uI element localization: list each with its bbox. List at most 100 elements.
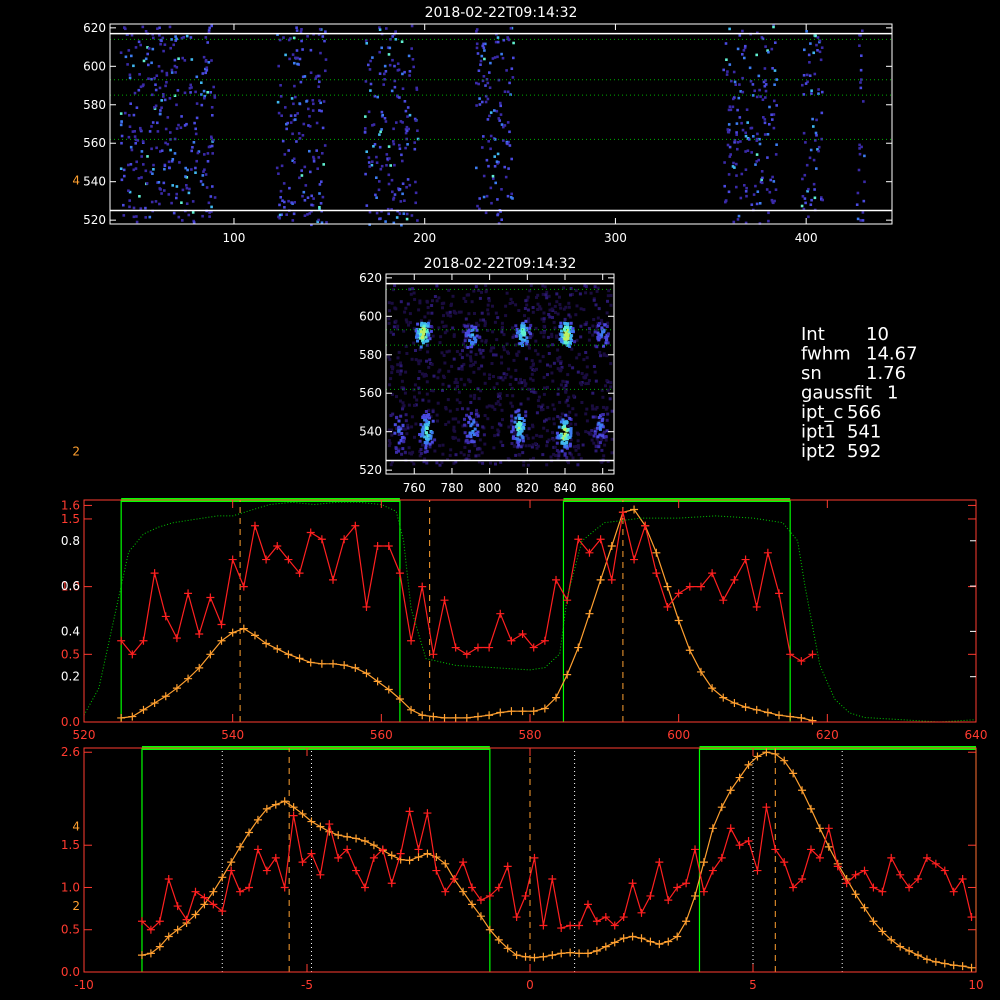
emission-pixel (380, 110, 384, 114)
emission-pixel (321, 35, 325, 38)
emission-pixel (813, 72, 817, 76)
emission-pixel (288, 186, 291, 190)
emission-pixel (171, 184, 174, 187)
background-pixel (605, 354, 609, 358)
emission-pixel (127, 189, 130, 192)
emission-pixel (401, 87, 405, 90)
background-pixel (475, 321, 479, 325)
emission-spot-pixel (569, 431, 573, 435)
background-pixel (535, 367, 538, 371)
background-pixel (531, 363, 535, 367)
emission-pixel (400, 153, 403, 157)
emission-pixel (483, 57, 486, 61)
emission-pixel (372, 145, 375, 148)
y-tick-label: 620 (83, 21, 106, 35)
background-pixel (514, 303, 518, 307)
background-pixel (550, 332, 554, 336)
background-pixel (499, 396, 502, 400)
emission-pixel (479, 59, 483, 63)
y-tick-label: 0.6 (61, 579, 80, 593)
emission-pixel (484, 84, 487, 87)
y-tick-label: 0.5 (61, 647, 80, 661)
background-pixel (477, 397, 481, 401)
background-pixel (439, 335, 443, 339)
emission-pixel (124, 111, 127, 115)
emission-pixel (135, 106, 139, 109)
emission-pixel (411, 58, 415, 61)
emission-pixel (201, 72, 205, 75)
background-pixel (435, 413, 439, 417)
emission-pixel (378, 145, 382, 149)
emission-spot-pixel (593, 431, 597, 435)
emission-pixel (168, 25, 172, 29)
background-pixel (396, 363, 400, 367)
emission-pixel (508, 130, 511, 134)
emission-pixel (479, 63, 482, 66)
emission-pixel (482, 46, 486, 49)
emission-pixel (388, 46, 392, 50)
background-pixel (514, 453, 518, 457)
emission-pixel (182, 36, 185, 39)
y-tick-label: 600 (359, 309, 382, 323)
background-pixel (552, 417, 556, 421)
x-tick-label: 600 (667, 728, 690, 742)
emission-pixel (495, 160, 499, 163)
emission-pixel (200, 103, 204, 107)
y-tick-label: 1.5 (61, 838, 80, 852)
emission-pixel (119, 112, 123, 115)
background-pixel (404, 370, 408, 374)
emission-pixel (137, 177, 141, 180)
x-tick-label: 580 (519, 728, 542, 742)
emission-pixel (279, 196, 282, 199)
emission-pixel (369, 59, 372, 63)
background-pixel (486, 303, 490, 307)
emission-spot-pixel (525, 339, 529, 343)
background-pixel (410, 425, 414, 429)
emission-pixel (732, 161, 735, 165)
background-pixel (479, 351, 483, 355)
emission-pixel (204, 60, 208, 63)
emission-spot-pixel (471, 333, 475, 337)
emission-pixel (397, 68, 401, 72)
background-pixel (401, 401, 405, 405)
emission-pixel (507, 38, 511, 42)
background-pixel (542, 426, 546, 430)
emission-pixel (755, 95, 759, 99)
emission-pixel (367, 156, 371, 159)
emission-pixel (817, 145, 821, 149)
emission-pixel (367, 161, 371, 164)
background-pixel (538, 434, 542, 438)
background-pixel (579, 335, 583, 339)
emission-pixel (406, 115, 409, 118)
emission-pixel (817, 92, 820, 95)
emission-pixel (768, 123, 771, 126)
background-pixel (458, 352, 462, 356)
emission-spot-pixel (401, 424, 405, 428)
emission-pixel (302, 122, 306, 126)
emission-pixel (301, 194, 304, 198)
emission-spot-pixel (564, 340, 567, 344)
emission-pixel (369, 89, 372, 92)
emission-pixel (127, 163, 130, 167)
emission-spot-pixel (463, 423, 467, 427)
emission-pixel (283, 200, 286, 204)
emission-pixel (132, 206, 136, 210)
y-tick-label: 620 (359, 271, 382, 285)
emission-pixel (408, 74, 411, 77)
background-pixel (440, 461, 444, 465)
background-pixel (453, 381, 457, 384)
background-pixel (482, 372, 486, 376)
emission-pixel (179, 126, 183, 129)
emission-pixel (808, 156, 812, 160)
background-pixel (582, 358, 586, 362)
emission-spot-pixel (474, 412, 478, 416)
background-pixel (469, 355, 472, 359)
emission-spot-pixel (402, 439, 406, 443)
background-pixel (469, 401, 473, 404)
emission-pixel (171, 158, 175, 161)
emission-spot-pixel (568, 444, 572, 448)
background-pixel (602, 405, 605, 409)
emission-pixel (803, 197, 807, 200)
background-pixel (404, 306, 408, 310)
emission-spot-pixel (463, 417, 466, 421)
